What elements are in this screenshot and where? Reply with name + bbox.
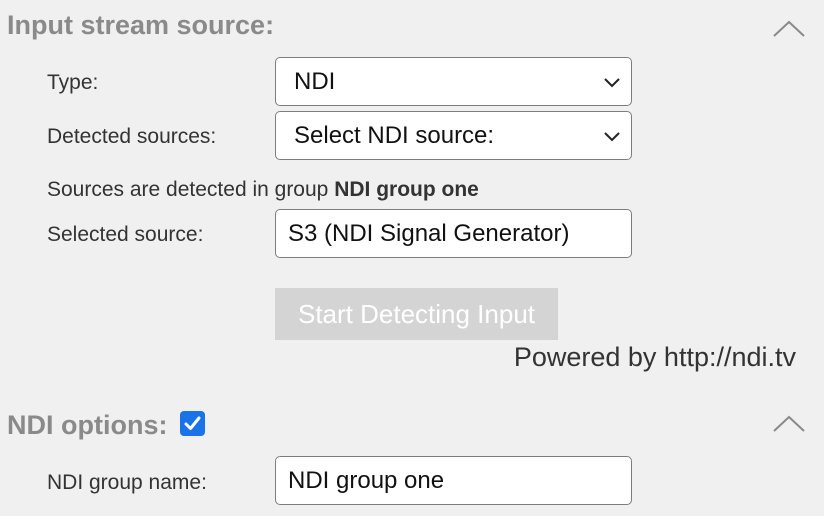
detected-sources-value: Select NDI source: <box>294 121 495 149</box>
detected-sources-label: Detected sources: <box>47 125 217 148</box>
detection-group-info: Sources are detected in group NDI group … <box>47 179 479 200</box>
detected-sources-select[interactable]: Select NDI source: <box>275 111 632 160</box>
ndi-options-checkbox[interactable] <box>180 411 205 436</box>
input-stream-title: Input stream source: <box>7 10 275 40</box>
selected-source-value: S3 (NDI Signal Generator) <box>288 219 570 247</box>
chevron-down-icon <box>604 132 620 142</box>
chevron-down-icon <box>604 78 620 88</box>
type-select[interactable]: NDI <box>275 57 632 106</box>
collapse-input-section-icon[interactable] <box>772 19 806 39</box>
type-select-value: NDI <box>294 67 336 95</box>
detection-group-name: NDI group one <box>334 178 479 201</box>
collapse-ndi-section-icon[interactable] <box>772 414 806 434</box>
ndi-options-title: NDI options: <box>7 410 168 440</box>
selected-source-label: Selected source: <box>47 223 204 246</box>
detection-group-info-prefix: Sources are detected in group <box>47 178 335 201</box>
start-detecting-input-button[interactable]: Start Detecting Input <box>275 288 558 340</box>
type-label: Type: <box>47 71 99 94</box>
powered-by-text: Powered by http://ndi.tv <box>513 342 796 372</box>
checkmark-icon <box>184 416 201 430</box>
ndi-group-name-label: NDI group name: <box>47 471 207 494</box>
ndi-group-name-input[interactable]: NDI group one <box>275 456 632 505</box>
selected-source-field[interactable]: S3 (NDI Signal Generator) <box>275 209 632 258</box>
ndi-group-name-value: NDI group one <box>288 466 445 494</box>
